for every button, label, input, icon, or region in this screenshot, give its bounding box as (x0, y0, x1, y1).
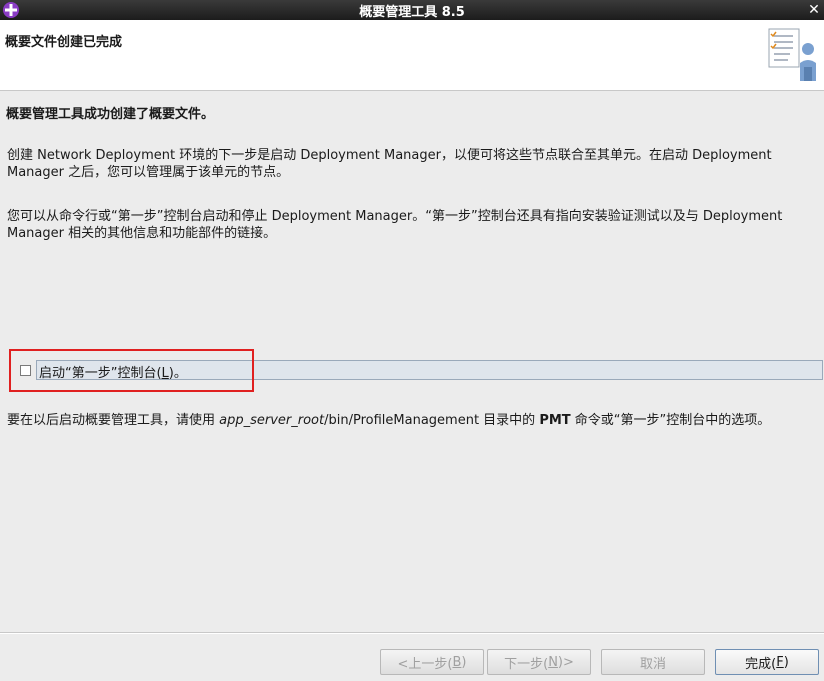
back-button[interactable]: <上一步(B) (380, 649, 484, 675)
finish-button[interactable]: 完成(F) (715, 649, 819, 675)
next-steps-paragraph: 创建 Network Deployment 环境的下一步是启动 Deployme… (7, 148, 772, 180)
first-steps-paragraph: 您可以从命令行或“第一步”控制台启动和停止 Deployment Manager… (7, 209, 783, 241)
pmt-instructions-paragraph: 要在以后启动概要管理工具，请使用 app_server_root/bin/Pro… (7, 413, 771, 428)
success-message: 概要管理工具成功创建了概要文件。 (6, 107, 215, 122)
footer-separator (0, 632, 824, 634)
wizard-header: 概要文件创建已完成 (0, 20, 824, 91)
window-title: 概要管理工具 8.5 (359, 4, 465, 20)
app-server-root-path: app_server_root (219, 413, 325, 428)
page-title: 概要文件创建已完成 (5, 35, 123, 50)
document-person-icon (768, 28, 816, 81)
launch-first-steps-checkbox[interactable] (20, 365, 31, 376)
pmt-command: PMT (539, 413, 571, 428)
cancel-button[interactable]: 取消 (601, 649, 705, 675)
title-bar: 概要管理工具 8.5 ✕ (0, 0, 824, 20)
close-icon: ✕ (808, 2, 820, 18)
app-icon (3, 2, 19, 18)
mnemonic-l: L (161, 366, 169, 381)
launch-first-steps-label[interactable]: 启动“第一步”控制台(L)。 (39, 362, 187, 381)
close-button[interactable]: ✕ (804, 0, 824, 20)
next-button[interactable]: 下一步(N)> (487, 649, 591, 675)
launch-first-steps-row[interactable]: 启动“第一步”控制台(L)。 (36, 360, 823, 381)
